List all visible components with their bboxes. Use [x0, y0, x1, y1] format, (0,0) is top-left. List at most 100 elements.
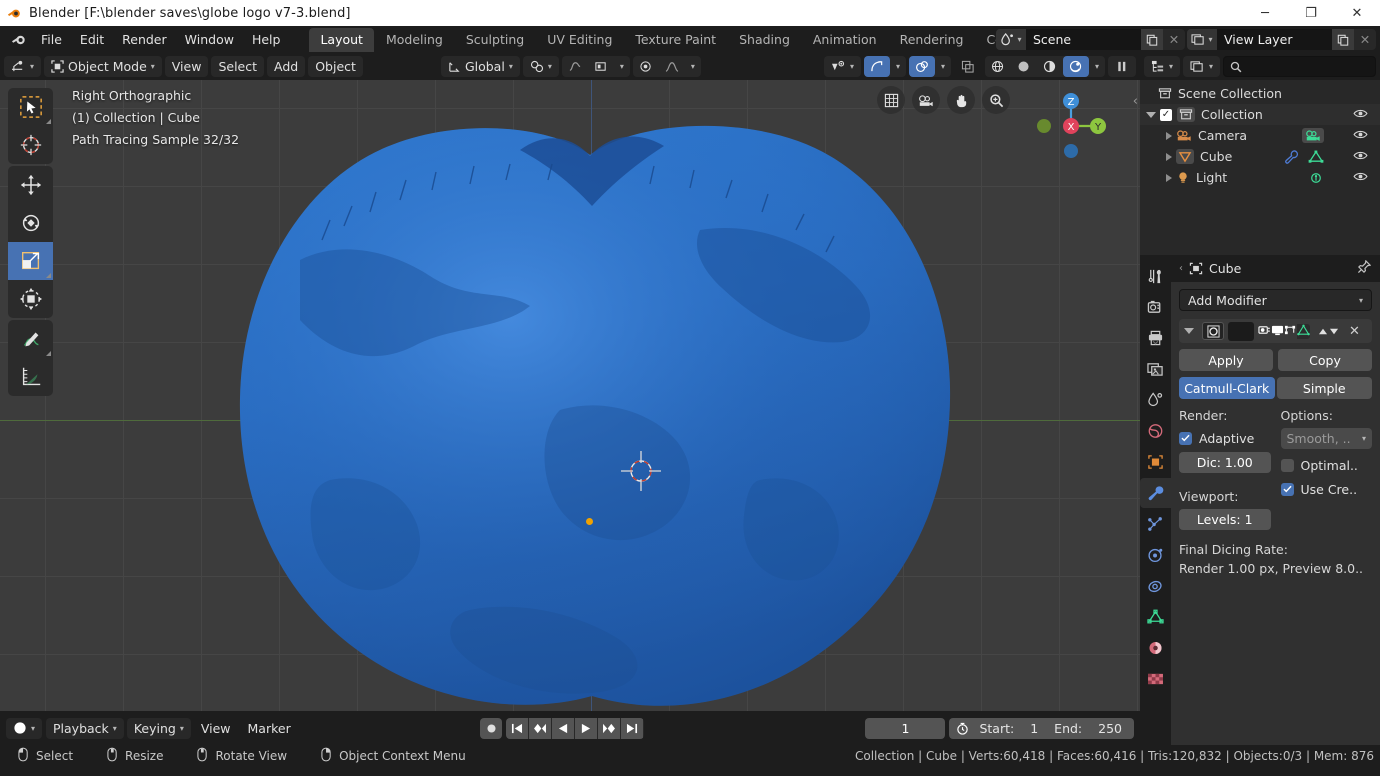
shading-material-icon[interactable] [1037, 56, 1063, 77]
collection-checkbox[interactable]: ✓ [1160, 108, 1172, 121]
viewport-levels-field[interactable]: Levels: 1 [1179, 509, 1271, 530]
uv-smooth-dropdown[interactable]: Smooth, .. ▾ [1280, 428, 1372, 449]
tab-world[interactable] [1140, 416, 1171, 446]
blender-menu-icon[interactable] [6, 32, 32, 48]
viewport-3d[interactable]: Right Orthographic (1) Collection | Cube P… [0, 80, 1140, 711]
subdiv-type-catmull-clark[interactable]: Catmull-Clark [1179, 377, 1275, 399]
tool-scale[interactable] [8, 242, 53, 280]
viewport-menu-object[interactable]: Object [308, 56, 363, 77]
transform-orientation-button[interactable]: Global ▾ [440, 56, 520, 77]
previous-keyframe-button[interactable] [529, 717, 551, 739]
modifier-disclosure-icon[interactable] [1184, 328, 1194, 334]
menu-file[interactable]: File [32, 29, 71, 50]
expand-arrow-icon[interactable] [1166, 173, 1172, 182]
close-button[interactable]: ✕ [1334, 0, 1380, 26]
shading-wireframe-icon[interactable] [985, 56, 1011, 77]
remove-modifier-icon[interactable]: ✕ [1349, 324, 1360, 339]
timeline-menu-playback[interactable]: Playback ▾ [46, 717, 124, 739]
tool-measure[interactable] [8, 358, 53, 396]
light-data-icon[interactable] [1308, 171, 1324, 185]
proportional-edit-group[interactable]: ▾ [561, 56, 630, 77]
show-on-cage-icon[interactable] [1297, 323, 1310, 339]
modifier-display-toggles[interactable] [1258, 323, 1310, 339]
tool-move[interactable] [8, 166, 53, 204]
toggle-grid-icon[interactable] [877, 86, 905, 114]
new-scene-icon[interactable] [1141, 29, 1163, 50]
remove-view-layer-icon[interactable]: ✕ [1354, 29, 1376, 50]
mesh-data-icon[interactable] [1308, 150, 1324, 164]
play-button[interactable] [575, 717, 597, 739]
visibility-eye-icon[interactable] [1353, 170, 1368, 185]
tab-material[interactable] [1140, 633, 1171, 663]
jump-to-start-button[interactable] [506, 717, 528, 739]
scene-name[interactable]: Scene [1026, 29, 1141, 50]
tool-transform[interactable] [8, 280, 53, 318]
viewport-menu-select[interactable]: Select [211, 56, 265, 77]
tab-scene[interactable] [1140, 385, 1171, 415]
menu-render[interactable]: Render [113, 29, 176, 50]
auto-range-icon[interactable] [949, 722, 975, 735]
apply-modifier-button[interactable]: Apply [1179, 349, 1273, 371]
modifier-move-buttons[interactable] [1318, 324, 1339, 339]
subdiv-type-simple[interactable]: Simple [1276, 377, 1372, 399]
outliner-editor-type-button[interactable]: ▾ [1144, 56, 1181, 77]
visibility-eye-icon[interactable] [1353, 107, 1368, 122]
tool-rotate[interactable] [8, 204, 53, 242]
workspace-tab-layout[interactable]: Layout [309, 27, 374, 52]
tab-object-data[interactable] [1140, 602, 1171, 632]
expand-arrow-icon[interactable] [1166, 131, 1172, 140]
shading-solid-icon[interactable] [1011, 56, 1037, 77]
shading-mode-group[interactable]: ▾ [984, 56, 1105, 77]
globe-mesh-object[interactable] [0, 80, 1140, 711]
tab-constraints[interactable] [1140, 571, 1171, 601]
sidebar-expand-arrow-icon[interactable]: ‹ [1133, 94, 1138, 109]
pin-icon[interactable] [1357, 259, 1372, 277]
xray-toggle-icon[interactable] [954, 56, 982, 77]
workspace-tab-shading[interactable]: Shading [728, 28, 801, 52]
viewport-menu-add[interactable]: Add [267, 56, 306, 77]
falloff-dropdown-caret[interactable]: ▾ [685, 56, 701, 77]
new-view-layer-icon[interactable] [1332, 29, 1354, 50]
modifier-wrench-icon[interactable] [1284, 149, 1300, 164]
breadcrumb-caret-icon[interactable]: ‹ [1179, 263, 1183, 274]
jump-to-end-button[interactable] [621, 717, 643, 739]
object-mode-selector[interactable]: Object Mode ▾ [44, 56, 162, 77]
proportional-curve-icon[interactable] [562, 56, 588, 77]
adaptive-checkbox-row[interactable]: Adaptive [1179, 428, 1271, 448]
maximize-button[interactable]: ❐ [1288, 0, 1334, 26]
tab-physics[interactable] [1140, 540, 1171, 570]
view-layer-selector[interactable]: ▾ View Layer ✕ [1187, 29, 1376, 50]
workspace-tab-texture-paint[interactable]: Texture Paint [624, 28, 727, 52]
disclosure-triangle-icon[interactable] [1146, 111, 1156, 118]
editor-type-button[interactable]: ▾ [4, 56, 42, 77]
visibility-dropdown[interactable]: ▾ [823, 56, 861, 77]
viewport-menu-view[interactable]: View [164, 56, 209, 77]
move-up-icon[interactable] [1318, 324, 1328, 339]
workspace-tab-modeling[interactable]: Modeling [375, 28, 454, 52]
optimal-display-row[interactable]: Optimal.. [1280, 455, 1373, 475]
dicing-rate-field[interactable]: Dic: 1.00 [1179, 452, 1271, 473]
shading-dropdown-caret[interactable]: ▾ [1089, 56, 1105, 77]
menu-edit[interactable]: Edit [71, 29, 113, 50]
visibility-eye-icon[interactable] [1353, 149, 1368, 164]
outliner-tree[interactable]: Scene Collection ✓ Collection Camera Cub… [1140, 80, 1380, 255]
current-frame-field[interactable]: 1 [865, 717, 946, 739]
outliner-row-camera[interactable]: Camera [1140, 125, 1380, 146]
breadcrumb[interactable]: Cube [1189, 261, 1241, 276]
timeline-menu-view[interactable]: View [194, 718, 238, 739]
tab-view-layer[interactable] [1140, 354, 1171, 384]
pan-view-icon[interactable] [947, 86, 975, 114]
gizmo-dropdown-caret[interactable]: ▾ [890, 56, 906, 77]
tab-render[interactable] [1140, 292, 1171, 322]
add-modifier-button[interactable]: Add Modifier ▾ [1179, 289, 1372, 311]
overlays-toggle-icon[interactable] [908, 56, 935, 77]
expand-arrow-icon[interactable] [1166, 152, 1172, 161]
next-keyframe-button[interactable] [598, 717, 620, 739]
timeline-editor-type-button[interactable]: ▾ [6, 717, 43, 739]
end-frame-field[interactable]: End: 250 [1048, 721, 1134, 736]
timeline-menu-keying[interactable]: Keying ▾ [126, 717, 191, 739]
tab-texture[interactable] [1140, 664, 1171, 694]
outliner-search-input[interactable] [1223, 56, 1376, 77]
outliner-row-scene-collection[interactable]: Scene Collection [1140, 83, 1380, 104]
tool-select-box[interactable] [8, 88, 53, 126]
